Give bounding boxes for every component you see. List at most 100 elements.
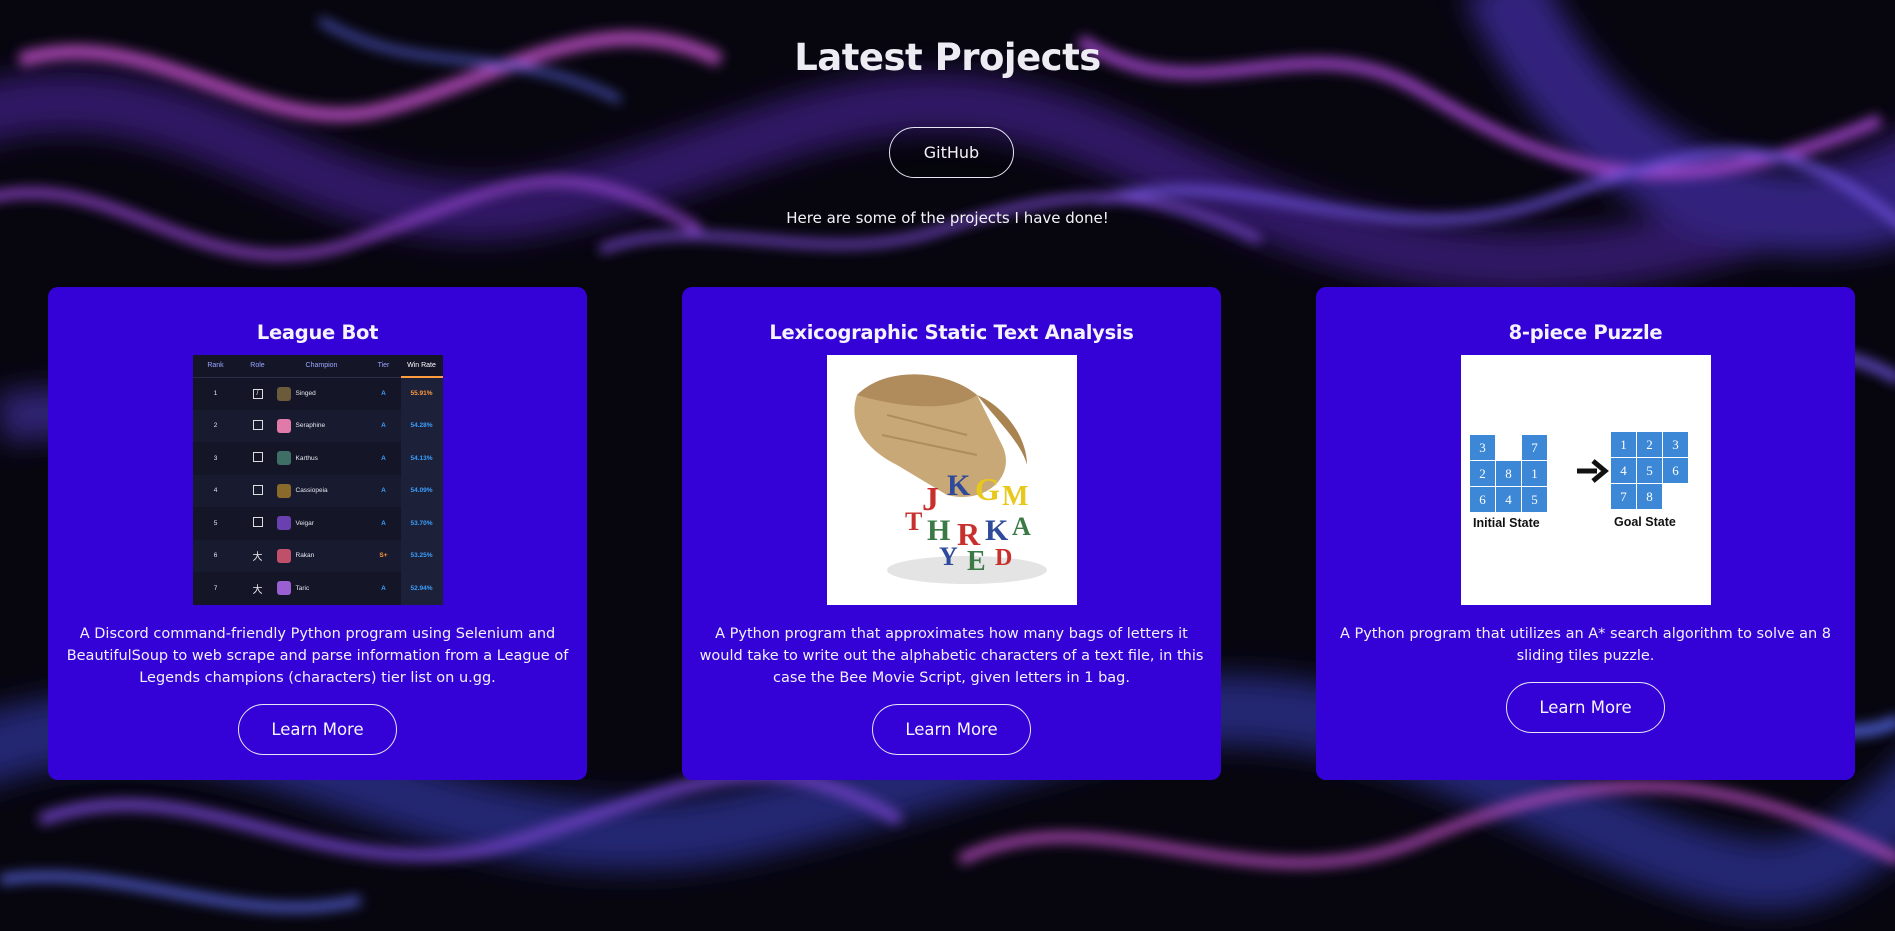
header-champion: Champion bbox=[276, 355, 367, 378]
svg-text:T: T bbox=[905, 507, 922, 536]
win-rate-cell: 53.25% bbox=[400, 539, 443, 572]
champion-avatar bbox=[276, 581, 291, 596]
table-row: 4 Cassiopeia A 54.09% bbox=[192, 474, 443, 507]
role-cell bbox=[239, 507, 277, 540]
champion-avatar bbox=[276, 483, 291, 498]
tier-list-table: Rank Role Champion Tier Win Rate 1 / Sin… bbox=[192, 355, 443, 605]
goal-state-label: Goal State bbox=[1614, 515, 1676, 529]
project-card-league-bot: League Bot Rank Role Champion Tier Win R… bbox=[48, 287, 587, 780]
table-row: 7 ⼤ Taric A 52.94% bbox=[193, 572, 443, 605]
puzzle-tile-number: 8 bbox=[1646, 489, 1653, 504]
rank-cell: 5 bbox=[213, 519, 218, 527]
champion-avatar bbox=[276, 418, 291, 433]
role-cell bbox=[238, 474, 277, 507]
header-tier: Tier bbox=[366, 355, 401, 378]
page-subtitle: Here are some of the projects I have don… bbox=[786, 209, 1109, 227]
role-support-icon: ⼤ bbox=[252, 584, 263, 596]
svg-text:M: M bbox=[1002, 481, 1028, 512]
rank-cell: 4 bbox=[192, 474, 239, 507]
learn-more-button[interactable]: Learn More bbox=[1506, 682, 1665, 733]
role-cell: ⼤ bbox=[238, 539, 277, 572]
champion-name: Seraphine bbox=[295, 422, 326, 430]
svg-text:A: A bbox=[1012, 512, 1031, 541]
puzzle-tile-number: 5 bbox=[1531, 492, 1538, 507]
role-mid-icon bbox=[252, 419, 263, 430]
win-rate-cell: 53.70% bbox=[400, 507, 443, 540]
rank-cell: 6 bbox=[192, 539, 239, 572]
rank-cell: 7 bbox=[213, 584, 218, 592]
project-description: A Python program that utilizes an A* sea… bbox=[1339, 626, 1832, 664]
github-button[interactable]: GitHub bbox=[889, 127, 1014, 178]
champion-name: Singed bbox=[295, 390, 316, 397]
champion-cell: Taric bbox=[276, 572, 367, 605]
puzzle-tile-number: 7 bbox=[1531, 440, 1538, 455]
champion-avatar bbox=[276, 451, 291, 466]
puzzle-tile-number: 6 bbox=[1672, 463, 1679, 478]
champion-cell: Rakan bbox=[276, 539, 367, 572]
svg-text:G: G bbox=[975, 471, 1000, 507]
role-mid-icon bbox=[252, 517, 263, 528]
svg-text:J: J bbox=[922, 481, 939, 518]
project-title: Lexicographic Static Text Analysis bbox=[769, 321, 1134, 344]
projects-section: Latest Projects GitHub Here are some of … bbox=[0, 0, 1895, 931]
tier-cell: A bbox=[366, 409, 401, 442]
svg-text:D: D bbox=[995, 545, 1012, 571]
role-support-icon: ⼤ bbox=[252, 552, 263, 564]
puzzle-tile-number: 1 bbox=[1620, 437, 1627, 452]
champion-cell: Cassiopeia bbox=[276, 474, 367, 507]
champion-name: Karthus bbox=[295, 454, 318, 462]
puzzle-tile-number: 2 bbox=[1646, 437, 1653, 452]
win-rate-cell: 55.91% bbox=[400, 377, 443, 410]
league-tier-list-image: Rank Role Champion Tier Win Rate 1 / Sin… bbox=[192, 355, 443, 605]
project-description: A Discord command-friendly Python progra… bbox=[66, 626, 569, 686]
puzzle-tile-number: 6 bbox=[1479, 492, 1486, 507]
project-title: 8-piece Puzzle bbox=[1508, 321, 1663, 344]
tier-cell: A bbox=[366, 474, 401, 507]
champion-avatar bbox=[276, 386, 291, 401]
champion-name: Rakan bbox=[295, 552, 315, 560]
learn-more-button[interactable]: Learn More bbox=[238, 704, 397, 755]
puzzle-diagram: 3 7 2 8 1 6 4 5 1 2 3 4 5 6 7 8 Initial State Goal Sta… bbox=[1460, 355, 1711, 605]
table-row: 6 ⼤ Rakan S+ 53.25% bbox=[192, 539, 443, 572]
svg-text:Y: Y bbox=[939, 542, 958, 571]
puzzle-states-image: 3 7 2 8 1 6 4 5 1 2 3 4 5 6 7 8 Initial State Goal Sta… bbox=[1460, 355, 1711, 605]
champion-cell: Singed bbox=[276, 377, 367, 410]
project-title: League Bot bbox=[256, 321, 379, 344]
role-cell: ⼤ bbox=[239, 572, 277, 605]
learn-more-button[interactable]: Learn More bbox=[872, 704, 1031, 755]
champion-avatar bbox=[276, 548, 291, 563]
win-rate-cell: 54.28% bbox=[400, 409, 443, 442]
project-description: A Python program that approximates how m… bbox=[699, 626, 1204, 686]
champion-avatar bbox=[276, 516, 291, 531]
letters-bag-illustration: J K G M H R K A Y E D T bbox=[826, 355, 1077, 605]
svg-text:K: K bbox=[985, 514, 1009, 547]
table-row: 1 / Singed A 55.91% bbox=[193, 377, 443, 410]
project-card-text-analysis: Lexicographic Static Text Analysis J K G… bbox=[682, 287, 1221, 780]
puzzle-tile-number: 3 bbox=[1479, 440, 1486, 455]
initial-state-label: Initial State bbox=[1473, 516, 1540, 530]
win-rate-cell: 54.09% bbox=[400, 474, 443, 507]
rank-cell: 3 bbox=[213, 454, 218, 462]
puzzle-tile-number: 8 bbox=[1505, 466, 1512, 481]
champion-name: Cassiopeia bbox=[295, 487, 328, 495]
puzzle-tile-number: 3 bbox=[1672, 437, 1679, 452]
puzzle-tile-number: 7 bbox=[1620, 489, 1627, 504]
tier-cell: A bbox=[381, 519, 386, 527]
puzzle-tile-number: 1 bbox=[1531, 466, 1538, 481]
role-mid-icon: / bbox=[252, 388, 263, 399]
header-rank: Rank bbox=[192, 355, 239, 378]
table-row: 5 Veigar A 53.70% bbox=[193, 507, 443, 540]
table-row: 3 Karthus A 54.13% bbox=[193, 442, 443, 475]
table-row: 2 Seraphine A 54.28% bbox=[192, 409, 443, 442]
puzzle-tile-number: 2 bbox=[1479, 466, 1486, 481]
champion-cell: Veigar bbox=[276, 507, 367, 540]
champion-name: Veigar bbox=[295, 519, 314, 527]
rank-cell: 1 bbox=[213, 390, 218, 397]
tier-cell: A bbox=[381, 584, 386, 592]
tier-cell: S+ bbox=[366, 539, 401, 572]
svg-text:K: K bbox=[947, 469, 971, 502]
win-rate-cell: 54.13% bbox=[400, 442, 443, 475]
tier-cell: A bbox=[381, 390, 386, 397]
page-title: Latest Projects bbox=[794, 36, 1101, 79]
tier-cell: A bbox=[381, 454, 386, 462]
